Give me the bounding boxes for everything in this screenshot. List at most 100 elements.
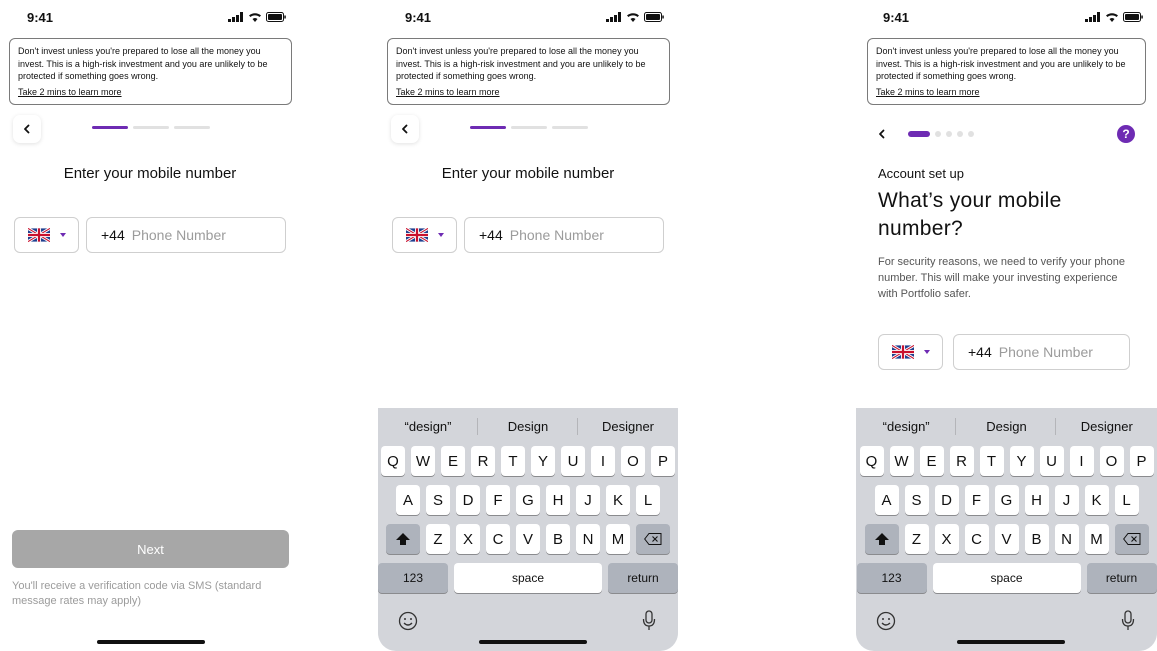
back-chevron-icon <box>402 124 408 134</box>
key-g[interactable]: G <box>516 485 540 515</box>
emoji-icon[interactable] <box>876 611 896 631</box>
key-t[interactable]: T <box>501 446 525 476</box>
suggestion-2[interactable]: Design <box>478 419 578 434</box>
key-e[interactable]: E <box>919 446 944 476</box>
key-m[interactable]: M <box>1084 524 1109 554</box>
key-s[interactable]: S <box>904 485 929 515</box>
numbers-key[interactable]: 123 <box>856 563 927 593</box>
key-r[interactable]: R <box>471 446 495 476</box>
key-w[interactable]: W <box>889 446 914 476</box>
suggestion-3[interactable]: Designer <box>578 419 678 434</box>
learn-more-link[interactable]: Take 2 mins to learn more <box>396 86 500 99</box>
suggestion-3[interactable]: Designer <box>1057 419 1157 434</box>
space-key[interactable]: space <box>454 563 602 593</box>
numbers-key[interactable]: 123 <box>378 563 448 593</box>
key-z[interactable]: Z <box>904 524 929 554</box>
key-k[interactable]: K <box>1084 485 1109 515</box>
phone-number-input[interactable] <box>998 344 1109 360</box>
key-p[interactable]: P <box>1129 446 1154 476</box>
key-q[interactable]: Q <box>381 446 405 476</box>
key-t[interactable]: T <box>979 446 1004 476</box>
key-c[interactable]: C <box>486 524 510 554</box>
key-l[interactable]: L <box>1114 485 1139 515</box>
key-p[interactable]: P <box>651 446 675 476</box>
back-button[interactable] <box>13 115 41 143</box>
learn-more-link[interactable]: Take 2 mins to learn more <box>18 86 122 99</box>
suggestion-1[interactable]: “design” <box>378 419 478 434</box>
return-key[interactable]: return <box>1086 563 1157 593</box>
key-h[interactable]: H <box>546 485 570 515</box>
key-l[interactable]: L <box>636 485 660 515</box>
shift-key[interactable] <box>386 524 420 554</box>
key-b[interactable]: B <box>1024 524 1049 554</box>
key-z[interactable]: Z <box>426 524 450 554</box>
key-g[interactable]: G <box>994 485 1019 515</box>
return-key[interactable]: return <box>608 563 678 593</box>
key-r[interactable]: R <box>949 446 974 476</box>
key-j[interactable]: J <box>576 485 600 515</box>
key-v[interactable]: V <box>994 524 1019 554</box>
risk-warning-text: Don't invest unless you're prepared to l… <box>396 46 646 81</box>
learn-more-link[interactable]: Take 2 mins to learn more <box>876 86 980 99</box>
risk-warning-text: Don't invest unless you're prepared to l… <box>876 46 1126 81</box>
phone-number-field[interactable]: +44 <box>953 334 1130 370</box>
delete-key[interactable] <box>1114 524 1149 554</box>
back-button[interactable] <box>869 121 895 147</box>
shift-key[interactable] <box>864 524 899 554</box>
key-d[interactable]: D <box>934 485 959 515</box>
key-u[interactable]: U <box>1039 446 1064 476</box>
emoji-icon[interactable] <box>398 611 418 631</box>
page-title: Enter your mobile number <box>441 165 615 182</box>
phone-number-input[interactable] <box>131 227 262 243</box>
dropdown-caret-icon <box>437 233 444 237</box>
key-n[interactable]: N <box>576 524 600 554</box>
key-w[interactable]: W <box>411 446 435 476</box>
key-o[interactable]: O <box>621 446 645 476</box>
key-f[interactable]: F <box>964 485 989 515</box>
suggestion-2[interactable]: Design <box>956 419 1056 434</box>
back-chevron-icon <box>24 124 30 134</box>
mic-icon[interactable] <box>1121 610 1135 631</box>
key-a[interactable]: A <box>874 485 899 515</box>
home-indicator[interactable] <box>97 640 205 644</box>
mic-icon[interactable] <box>642 610 656 631</box>
key-h[interactable]: H <box>1024 485 1049 515</box>
signal-icon <box>228 12 243 22</box>
battery-icon <box>1123 12 1143 22</box>
suggestion-1[interactable]: “design” <box>856 419 956 434</box>
key-x[interactable]: X <box>934 524 959 554</box>
key-d[interactable]: D <box>456 485 480 515</box>
home-indicator[interactable] <box>479 640 587 644</box>
key-k[interactable]: K <box>606 485 630 515</box>
key-a[interactable]: A <box>396 485 420 515</box>
key-y[interactable]: Y <box>1009 446 1034 476</box>
key-j[interactable]: J <box>1054 485 1079 515</box>
key-f[interactable]: F <box>486 485 510 515</box>
key-n[interactable]: N <box>1054 524 1079 554</box>
key-v[interactable]: V <box>516 524 540 554</box>
country-selector[interactable] <box>14 217 79 253</box>
key-c[interactable]: C <box>964 524 989 554</box>
home-indicator[interactable] <box>957 640 1065 644</box>
key-e[interactable]: E <box>441 446 465 476</box>
back-button[interactable] <box>391 115 419 143</box>
key-x[interactable]: X <box>456 524 480 554</box>
key-i[interactable]: I <box>591 446 615 476</box>
key-y[interactable]: Y <box>531 446 555 476</box>
phone-number-field[interactable]: +44 <box>86 217 286 253</box>
space-key[interactable]: space <box>932 563 1081 593</box>
country-selector[interactable] <box>878 334 943 370</box>
key-i[interactable]: I <box>1069 446 1094 476</box>
help-icon[interactable]: ? <box>1117 125 1135 143</box>
next-button[interactable]: Next <box>12 530 289 568</box>
key-b[interactable]: B <box>546 524 570 554</box>
delete-key[interactable] <box>636 524 670 554</box>
phone-number-field[interactable]: +44 <box>464 217 664 253</box>
key-o[interactable]: O <box>1099 446 1124 476</box>
key-u[interactable]: U <box>561 446 585 476</box>
key-s[interactable]: S <box>426 485 450 515</box>
country-selector[interactable] <box>392 217 457 253</box>
key-q[interactable]: Q <box>859 446 884 476</box>
key-m[interactable]: M <box>606 524 630 554</box>
phone-number-input[interactable] <box>509 227 640 243</box>
